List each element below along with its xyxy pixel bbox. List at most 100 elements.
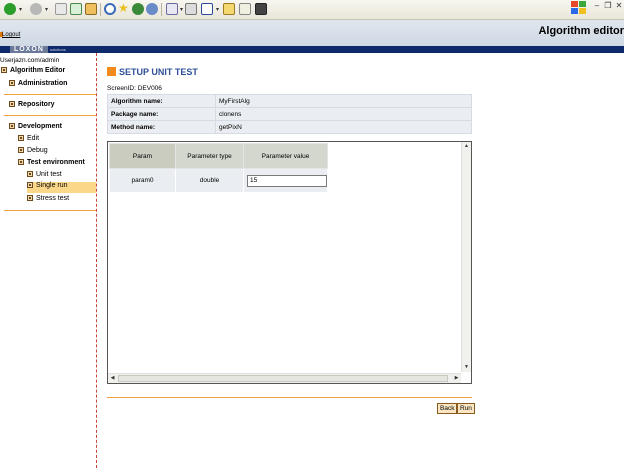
favorites-icon[interactable]: ★ xyxy=(118,2,130,15)
sidebar-item-debug[interactable]: Debug xyxy=(18,147,48,154)
stop-icon[interactable] xyxy=(55,3,67,15)
brand-logo: LOXON xyxy=(10,46,48,53)
sidebar-item-algorithm-editor[interactable]: Algorithm Editor xyxy=(1,67,65,74)
scroll-left-icon[interactable]: ◀ xyxy=(108,374,117,383)
back-icon[interactable] xyxy=(4,3,16,15)
expand-icon[interactable] xyxy=(27,195,33,201)
expand-icon[interactable] xyxy=(27,182,33,188)
toolbar-separator xyxy=(100,3,101,16)
screen-id: ScreenID: DEV006 xyxy=(107,85,162,92)
param-value-input[interactable] xyxy=(247,174,327,187)
main-content: SETUP UNIT TEST ScreenID: DEV006 Algorit… xyxy=(98,53,624,468)
sidebar-item-edit[interactable]: Edit xyxy=(18,135,39,142)
sidebar-item-administration[interactable]: Administration xyxy=(9,80,67,87)
minimize-icon[interactable]: – xyxy=(592,1,602,10)
brand-bar: LOXON solutions xyxy=(0,46,624,53)
toolbar-separator xyxy=(161,3,162,16)
sidebar-item-label: Single run xyxy=(36,182,68,189)
run-button[interactable]: Run xyxy=(457,403,475,414)
media-icon[interactable] xyxy=(132,3,144,15)
page-title: SETUP UNIT TEST xyxy=(107,67,198,77)
print-icon[interactable] xyxy=(185,3,197,15)
app-title: Algorithm editor xyxy=(538,25,624,37)
info-label: Package name: xyxy=(107,107,216,121)
sidebar-item-label: Repository xyxy=(18,101,55,108)
edit-icon[interactable] xyxy=(201,3,213,15)
info-row: Method name: getPixN xyxy=(107,120,472,134)
vertical-scrollbar[interactable]: ▲ ▼ xyxy=(461,142,471,372)
info-label: Method name: xyxy=(107,120,216,134)
browser-toolbar: ▾ ▾ ★ ▾ ▾ – ❐ ✕ xyxy=(0,0,624,20)
page-title-text: SETUP UNIT TEST xyxy=(119,67,198,77)
back-dropdown-icon[interactable]: ▾ xyxy=(19,6,22,13)
refresh-icon[interactable] xyxy=(70,3,82,15)
expand-icon[interactable] xyxy=(18,147,24,153)
expand-icon[interactable] xyxy=(18,135,24,141)
info-value: clonens xyxy=(215,107,472,121)
param-value-cell xyxy=(243,168,328,193)
collapse-icon[interactable] xyxy=(1,67,7,73)
expand-icon[interactable] xyxy=(9,80,15,86)
sidebar-item-label: Development xyxy=(18,123,62,130)
horizontal-scroll-thumb[interactable] xyxy=(118,375,448,382)
sidebar-item-stress-test[interactable]: Stress test xyxy=(27,195,69,202)
app-header: Logout Algorithm editor xyxy=(0,20,624,46)
sidebar-item-development[interactable]: Development xyxy=(9,123,62,130)
grid-header-row: Param Parameter type Parameter value xyxy=(109,143,328,169)
info-row: Algorithm name: MyFirstAlg xyxy=(107,94,472,108)
sidebar-item-label: Edit xyxy=(27,135,40,142)
param-name-cell: param0 xyxy=(109,168,176,193)
forward-dropdown-icon[interactable]: ▾ xyxy=(45,6,48,13)
sidebar-item-test-environment[interactable]: Test environment xyxy=(18,159,85,166)
info-value: MyFirstAlg xyxy=(215,94,472,108)
sidebar-divider xyxy=(4,210,96,211)
search-icon[interactable] xyxy=(104,3,116,15)
forward-icon[interactable] xyxy=(30,3,42,15)
table-row: param0 double xyxy=(109,168,328,193)
parameter-grid-frame: Param Parameter type Parameter value par… xyxy=(107,141,472,384)
sidebar-item-label: Algorithm Editor xyxy=(10,67,66,74)
title-marker-icon xyxy=(107,67,116,76)
current-user: Userjazn.com/admin xyxy=(0,57,60,64)
discuss-icon[interactable] xyxy=(239,3,251,15)
expand-icon[interactable] xyxy=(9,101,15,107)
sidebar-divider xyxy=(4,94,96,95)
windows-logo-icon xyxy=(571,1,587,15)
column-header-value[interactable]: Parameter value xyxy=(243,143,328,169)
back-button[interactable]: Back xyxy=(437,403,458,414)
folder-icon[interactable] xyxy=(223,3,235,15)
sidebar-item-single-run[interactable]: Single run xyxy=(27,182,96,193)
mail-dropdown-icon[interactable]: ▾ xyxy=(180,6,183,13)
history-icon[interactable] xyxy=(146,3,158,15)
expand-icon[interactable] xyxy=(27,171,33,177)
logout-link[interactable]: Logout xyxy=(2,32,20,38)
home-icon[interactable] xyxy=(85,3,97,15)
scroll-up-icon[interactable]: ▲ xyxy=(462,142,471,151)
sidebar: Userjazn.com/admin Algorithm Editor Admi… xyxy=(0,53,97,468)
sidebar-item-repository[interactable]: Repository xyxy=(9,101,55,108)
sidebar-item-label: Unit test xyxy=(36,171,62,178)
sidebar-item-label: Stress test xyxy=(36,195,70,202)
info-label: Algorithm name: xyxy=(107,94,216,108)
sidebar-item-label: Administration xyxy=(18,80,68,87)
collapse-icon[interactable] xyxy=(18,159,24,165)
sidebar-item-unit-test[interactable]: Unit test xyxy=(27,171,62,178)
messenger-icon[interactable] xyxy=(255,3,267,15)
horizontal-scrollbar[interactable]: ◀ ▶ xyxy=(108,373,461,383)
parameter-grid: Param Parameter type Parameter value par… xyxy=(109,143,328,193)
restore-icon[interactable]: ❐ xyxy=(603,1,613,10)
collapse-icon[interactable] xyxy=(9,123,15,129)
algorithm-info-table: Algorithm name: MyFirstAlg Package name:… xyxy=(107,94,472,134)
sidebar-divider xyxy=(4,115,96,116)
brand-subtitle: solutions xyxy=(50,47,66,52)
column-header-param[interactable]: Param xyxy=(109,143,176,169)
column-header-type[interactable]: Parameter type xyxy=(175,143,244,169)
scroll-right-icon[interactable]: ▶ xyxy=(452,374,461,383)
scroll-down-icon[interactable]: ▼ xyxy=(462,363,471,372)
info-value: getPixN xyxy=(215,120,472,134)
close-icon[interactable]: ✕ xyxy=(614,1,624,10)
sidebar-item-label: Test environment xyxy=(27,159,85,166)
mail-icon[interactable] xyxy=(166,3,178,15)
edit-dropdown-icon[interactable]: ▾ xyxy=(216,6,219,13)
footer-divider xyxy=(107,397,472,398)
